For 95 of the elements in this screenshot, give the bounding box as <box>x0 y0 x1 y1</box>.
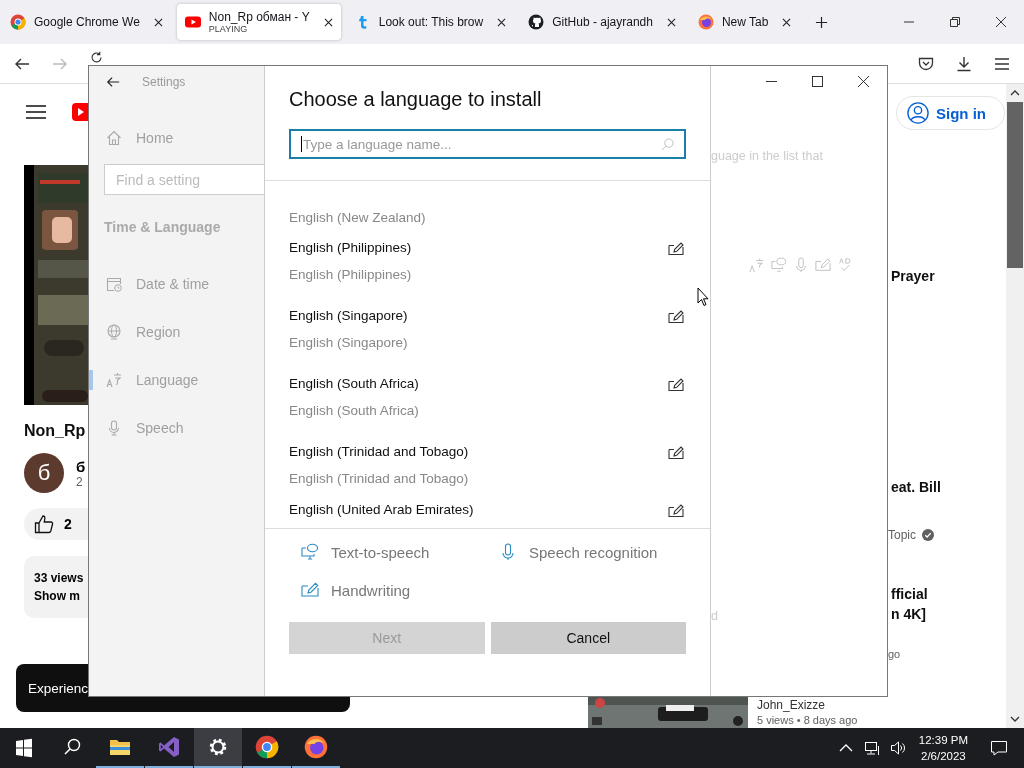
home-icon <box>106 130 122 146</box>
maximize-icon[interactable] <box>812 76 823 87</box>
verified-icon <box>922 529 934 541</box>
pen-icon <box>668 444 684 459</box>
scroll-down-icon[interactable] <box>1010 716 1020 722</box>
like-button[interactable]: 2 <box>24 508 88 540</box>
speech-bubble-monitor-icon <box>771 257 787 273</box>
video-title[interactable]: Prayer <box>891 268 935 284</box>
pen-icon <box>668 240 684 255</box>
language-option[interactable]: English (South Africa) English (South Africa) <box>265 363 710 431</box>
scrollbar-thumb[interactable] <box>1007 102 1023 268</box>
language-icon <box>106 372 122 388</box>
channel-name[interactable]: Topic <box>888 528 916 542</box>
cancel-button[interactable]: Cancel <box>490 622 686 654</box>
pen-icon <box>668 308 684 323</box>
volume-icon[interactable] <box>889 740 906 756</box>
globe-icon <box>106 324 122 340</box>
clock[interactable]: 12:39 PM 2/6/2023 <box>918 732 968 764</box>
pen-icon <box>668 502 684 517</box>
close-icon[interactable] <box>996 17 1006 27</box>
feature-label: Speech recognition <box>499 543 710 561</box>
new-tab-icon[interactable] <box>815 15 829 29</box>
close-icon[interactable] <box>323 17 333 27</box>
tab-status: PLAYING <box>208 24 249 34</box>
browser-tab[interactable]: Non_Rp обман - Y PLAYING <box>176 4 341 40</box>
pocket-icon[interactable] <box>918 55 934 72</box>
close-icon[interactable] <box>153 17 163 27</box>
spell-check-icon <box>837 257 853 273</box>
chrome-icon <box>10 14 26 30</box>
video-title[interactable]: fficial <box>891 586 928 602</box>
scroll-up-icon[interactable] <box>1010 90 1020 96</box>
description-card[interactable]: 33 views Show m <box>24 556 88 618</box>
window-title: Settings <box>142 75 186 89</box>
language-option[interactable]: English (Singapore) English (Singapore) <box>265 295 710 363</box>
fox-icon <box>304 735 328 759</box>
tab-title: Non_Rp обман - Y <box>208 10 310 24</box>
pen-icon <box>668 376 684 391</box>
language-icon <box>749 257 765 273</box>
show-more-link[interactable]: Show m <box>34 589 88 603</box>
thumbs-up-icon <box>34 514 54 534</box>
microphone-icon <box>499 543 517 561</box>
fox-icon <box>697 14 714 30</box>
microphone-icon <box>106 420 122 436</box>
reload-icon[interactable] <box>90 51 103 64</box>
tab-title: Google Chrome We <box>34 15 140 29</box>
language-option[interactable]: English (Trinidad and Tobago) English (Trinidad and Tobago) <box>265 431 710 499</box>
back-icon[interactable] <box>106 75 120 89</box>
view-count: 33 views <box>34 571 85 585</box>
chrome-icon <box>255 735 279 759</box>
language-option[interactable]: English (Philippines) English (Philippines) <box>265 227 710 295</box>
notification-icon[interactable] <box>990 740 1008 756</box>
tab-title: GitHub - ajayrandh <box>552 15 653 29</box>
subscriber-count: 2 <box>76 474 84 489</box>
video-meta: 5 views • 8 days ago <box>757 713 858 728</box>
sign-in-button[interactable]: Sign in <box>896 96 1005 130</box>
download-icon[interactable] <box>956 55 972 72</box>
network-icon[interactable] <box>863 740 880 756</box>
channel-name[interactable]: John_Exizze <box>757 697 858 713</box>
taskbar-app[interactable] <box>194 728 242 768</box>
section-heading: Time & Language <box>104 219 222 235</box>
restore-icon[interactable] <box>950 17 960 27</box>
user-icon <box>907 102 929 124</box>
video-title[interactable]: eat. Bill <box>891 479 941 495</box>
language-option[interactable]: English (New Zealand) <box>265 181 710 227</box>
language-option[interactable]: English (United Arab Emirates) <box>265 499 710 528</box>
channel-avatar[interactable]: б <box>24 453 64 493</box>
tab-title: New Tab <box>721 15 769 29</box>
search-icon <box>661 137 674 151</box>
feature-label: Handwriting <box>301 581 499 599</box>
play-icon <box>184 14 201 30</box>
browser-tab[interactable]: Look out: This brow <box>346 4 515 40</box>
tab-title: Look out: This brow <box>378 15 484 29</box>
calendar-clock-icon <box>106 276 122 292</box>
browser-tab[interactable]: GitHub - ajayrandh <box>520 4 684 40</box>
video-meta: go <box>888 648 901 660</box>
feature-label: Text-to-speech <box>301 543 499 561</box>
close-icon[interactable] <box>666 17 676 27</box>
menu-icon[interactable] <box>994 55 1010 72</box>
close-icon[interactable] <box>858 76 869 87</box>
cursor-icon <box>697 287 709 307</box>
speech-bubble-monitor-icon <box>301 543 319 561</box>
microphone-icon <box>793 257 809 273</box>
browser-tab[interactable]: New Tab <box>689 4 800 40</box>
toast-text: Experienc <box>28 680 89 696</box>
dialog-title: Choose a language to install <box>289 88 543 111</box>
video-title[interactable]: n 4K] <box>891 606 926 622</box>
close-icon[interactable] <box>782 17 792 27</box>
menu-icon[interactable] <box>26 104 46 120</box>
infinity-icon <box>157 735 181 759</box>
pen-icon <box>301 581 319 599</box>
browser-tab[interactable]: Google Chrome We <box>2 4 171 40</box>
channel-name[interactable]: б <box>76 457 86 475</box>
pen-icon <box>815 257 831 273</box>
close-icon[interactable] <box>497 17 507 27</box>
video-title: Non_Rp <box>24 422 87 440</box>
